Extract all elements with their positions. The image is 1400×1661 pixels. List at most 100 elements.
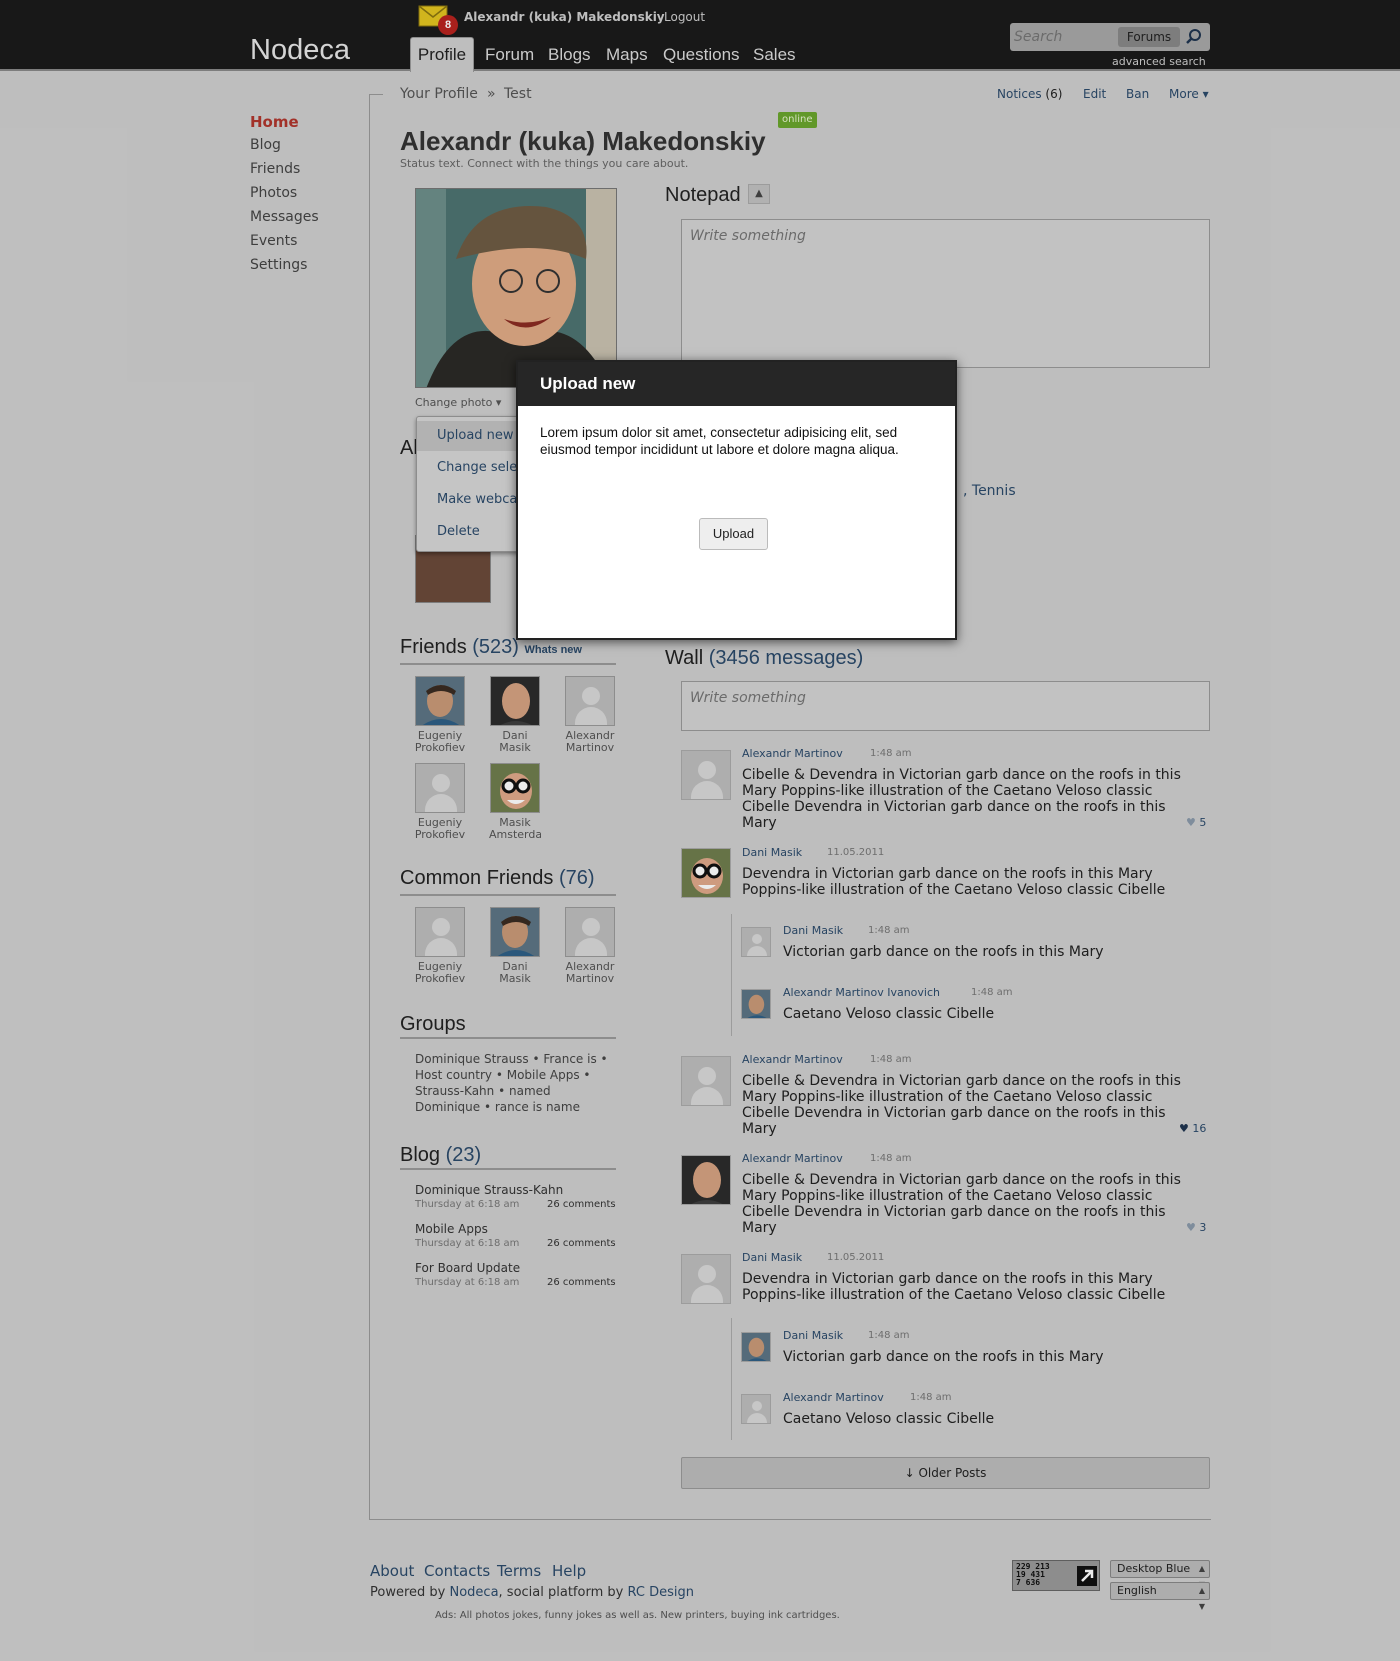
default-avatar-icon[interactable]	[681, 1254, 731, 1304]
breadcrumb-your-profile[interactable]: Your Profile	[400, 86, 478, 102]
site-logo[interactable]: Nodeca	[250, 34, 350, 67]
rc-design-link[interactable]: RC Design	[627, 1585, 693, 1600]
menu-upload-new[interactable]: Upload new	[437, 428, 514, 443]
search-icon[interactable]	[1184, 27, 1204, 47]
reply-author[interactable]: Dani Masik	[783, 1329, 843, 1342]
reply-avatar[interactable]	[741, 989, 771, 1019]
mail-count-badge: 8	[438, 15, 458, 35]
blog-entry-title[interactable]: Dominique Strauss-Kahn	[415, 1183, 563, 1197]
language-select[interactable]: English ▲ ▼	[1110, 1582, 1210, 1611]
sidebar-item-events[interactable]: Events	[250, 233, 297, 249]
menu-make-webcam[interactable]: Make webca	[437, 492, 517, 507]
reply-avatar[interactable]	[741, 1332, 771, 1362]
friend-item[interactable]: Masik Amsterdam	[489, 763, 541, 841]
post-author[interactable]: Dani Masik	[742, 846, 802, 859]
blog-count[interactable]: (23)	[446, 1144, 482, 1166]
tab-forum[interactable]: Forum	[485, 45, 534, 65]
menu-change-selection[interactable]: Change sele	[437, 460, 517, 475]
visit-counter[interactable]: 229 213 19 431 7 636	[1012, 1560, 1100, 1591]
wall-title: Wall (3456 messages)	[665, 647, 863, 670]
post-author[interactable]: Dani Masik	[742, 1251, 802, 1264]
reply-author[interactable]: Alexandr Martinov	[783, 1391, 884, 1404]
likes-counter[interactable]: ♥ 5	[1186, 816, 1206, 829]
notices-link[interactable]: Notices (6)	[997, 87, 1062, 101]
groups-line[interactable]: Dominique Strauss • France is •	[415, 1052, 608, 1066]
likes-counter[interactable]: ♥ 3	[1186, 1221, 1206, 1234]
post-avatar[interactable]	[681, 1155, 731, 1205]
footer-about-link[interactable]: About	[370, 1562, 414, 1580]
footer-terms-link[interactable]: Terms	[497, 1562, 541, 1580]
wall-count[interactable]: (3456 messages)	[709, 647, 864, 669]
friend-item[interactable]: Dani Masik	[489, 676, 541, 754]
whats-new-link[interactable]: Whats new	[525, 644, 582, 656]
change-photo-button[interactable]: Change photo ▾	[415, 396, 501, 409]
interest-tennis-link[interactable]: , Tennis	[963, 483, 1016, 499]
search-input[interactable]	[1014, 26, 1124, 48]
friend-last-name: Masik	[499, 742, 531, 754]
ban-link[interactable]: Ban	[1126, 87, 1149, 101]
blog-entry-date: Thursday at 6:18 am	[415, 1238, 520, 1249]
sidebar-item-photos[interactable]: Photos	[250, 185, 297, 201]
groups-line[interactable]: Host country • Mobile Apps •	[415, 1068, 591, 1082]
groups-line[interactable]: Dominique • rance is name	[415, 1100, 580, 1114]
tab-profile[interactable]: Profile	[410, 37, 474, 72]
sidebar-item-settings[interactable]: Settings	[250, 257, 307, 273]
tab-blogs[interactable]: Blogs	[548, 45, 591, 65]
blog-entry-comments[interactable]: 26 comments	[547, 1199, 616, 1210]
common-friends-count[interactable]: (76)	[559, 867, 595, 889]
sidebar-item-home[interactable]: Home	[250, 113, 299, 131]
older-posts-button[interactable]: ↓ Older Posts	[681, 1457, 1210, 1489]
default-avatar-icon[interactable]	[741, 927, 771, 957]
profile-photo[interactable]	[415, 188, 617, 388]
tab-maps[interactable]: Maps	[606, 45, 648, 65]
common-friend-item[interactable]: Dani Masik	[489, 907, 541, 985]
likes-counter[interactable]: ♥ 16	[1179, 1122, 1206, 1135]
sidebar-item-blog[interactable]: Blog	[250, 137, 281, 153]
post-author[interactable]: Alexandr Martinov	[742, 1053, 843, 1066]
footer-help-link[interactable]: Help	[552, 1562, 586, 1580]
sidebar-item-friends[interactable]: Friends	[250, 161, 300, 177]
sidebar-item-messages[interactable]: Messages	[250, 209, 319, 225]
search-scope-button[interactable]: Forums	[1118, 27, 1180, 47]
friend-item[interactable]: Eugeniy Prokofiev	[414, 676, 466, 754]
common-friend-item[interactable]: Alexandr Martinov	[564, 907, 616, 985]
common-friend-item[interactable]: Eugeniy Prokofiev	[414, 907, 466, 985]
more-menu[interactable]: More ▾	[1169, 87, 1209, 101]
default-avatar-icon[interactable]	[681, 750, 731, 800]
groups-line[interactable]: Strauss-Kahn • named	[415, 1084, 551, 1098]
profile-name: Alexandr (kuka) Makedonskiy	[400, 126, 766, 156]
menu-delete[interactable]: Delete	[437, 524, 480, 539]
reply-text: Caetano Veloso classic Cibelle	[783, 1006, 995, 1022]
friends-count[interactable]: (523)	[472, 636, 519, 658]
theme-select[interactable]: Desktop Blue▲▼	[1110, 1560, 1210, 1589]
friend-item[interactable]: Alexandr Martinov	[564, 676, 616, 754]
tab-questions[interactable]: Questions	[663, 45, 740, 65]
tab-sales[interactable]: Sales	[753, 45, 796, 65]
notepad-textarea[interactable]	[681, 219, 1210, 368]
blog-entry-comments[interactable]: 26 comments	[547, 1277, 616, 1288]
blog-entry-title[interactable]: Mobile Apps	[415, 1222, 488, 1236]
default-avatar-icon	[565, 676, 615, 726]
footer-contacts-link[interactable]: Contacts	[424, 1562, 490, 1580]
ads-text: Ads: All photos jokes, funny jokes as we…	[435, 1610, 840, 1621]
upload-button[interactable]: Upload	[699, 518, 768, 550]
default-avatar-icon[interactable]	[741, 1394, 771, 1424]
reply-text: Victorian garb dance on the roofs in thi…	[783, 944, 1104, 960]
post-avatar[interactable]	[681, 848, 731, 898]
logout-link[interactable]: Logout	[664, 10, 705, 24]
blog-entry-title[interactable]: For Board Update	[415, 1261, 520, 1275]
notepad-collapse-button[interactable]: ▲	[748, 184, 770, 204]
wall-post-input[interactable]	[681, 681, 1210, 731]
dialog-body-text: Lorem ipsum dolor sit amet, consectetur …	[540, 425, 899, 457]
reply-author[interactable]: Alexandr Martinov Ivanovich	[783, 986, 940, 999]
default-avatar-icon[interactable]	[681, 1056, 731, 1106]
nodeca-link[interactable]: Nodeca	[450, 1585, 499, 1600]
friend-item[interactable]: Eugeniy Prokofiev	[414, 763, 466, 841]
edit-link[interactable]: Edit	[1083, 87, 1106, 101]
reply-author[interactable]: Dani Masik	[783, 924, 843, 937]
post-author[interactable]: Alexandr Martinov	[742, 747, 843, 760]
blog-entry-comments[interactable]: 26 comments	[547, 1238, 616, 1249]
current-user-name[interactable]: Alexandr (kuka) Makedonskiy	[464, 10, 665, 24]
advanced-search-link[interactable]: advanced search	[1112, 55, 1206, 68]
post-author[interactable]: Alexandr Martinov	[742, 1152, 843, 1165]
